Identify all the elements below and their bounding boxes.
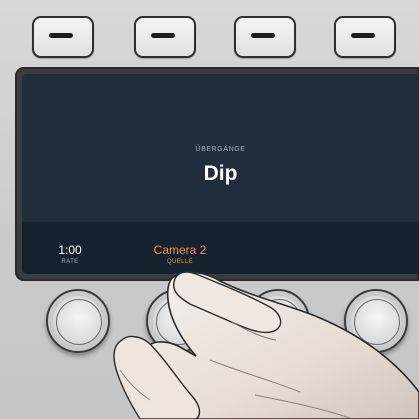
transition-name: Dip — [203, 162, 238, 185]
knob-1[interactable] — [46, 289, 110, 353]
param-source-label: QUELLE — [166, 259, 194, 265]
minus-bar-icon — [151, 33, 175, 38]
param-source: Camera 2 QUELLE — [140, 243, 220, 265]
knob-2-cap — [156, 299, 202, 345]
param-source-value: Camera 2 — [153, 243, 207, 257]
soft-button-2[interactable] — [134, 16, 196, 58]
knuckle-crease-2 — [254, 394, 351, 419]
thumb-crease — [119, 369, 151, 401]
control-panel: ÜBERGÄNGE Dip 1:00 RATE Camera 2 QUELLE — [0, 0, 419, 419]
minus-bar-icon — [49, 33, 73, 38]
knob-4[interactable] — [344, 289, 408, 353]
knob-2[interactable] — [146, 289, 210, 353]
param-rate: 1:00 RATE — [50, 243, 90, 265]
minus-bar-icon — [351, 33, 375, 38]
soft-button-4[interactable] — [334, 16, 396, 58]
minus-bar-icon — [251, 33, 275, 38]
knob-4-cap — [354, 299, 400, 345]
param-rate-label: RATE — [61, 259, 79, 265]
soft-button-1[interactable] — [32, 16, 94, 58]
knuckle-crease — [209, 359, 301, 393]
knob-1-cap — [56, 299, 102, 345]
lcd-screen: ÜBERGÄNGE Dip 1:00 RATE Camera 2 QUELLE — [22, 74, 419, 274]
knob-3[interactable] — [246, 289, 310, 353]
soft-button-3[interactable] — [234, 16, 296, 58]
param-rate-value: 1:00 — [58, 243, 82, 257]
menu-section-label: ÜBERGÄNGE — [195, 146, 246, 153]
knob-3-cap — [256, 299, 302, 345]
